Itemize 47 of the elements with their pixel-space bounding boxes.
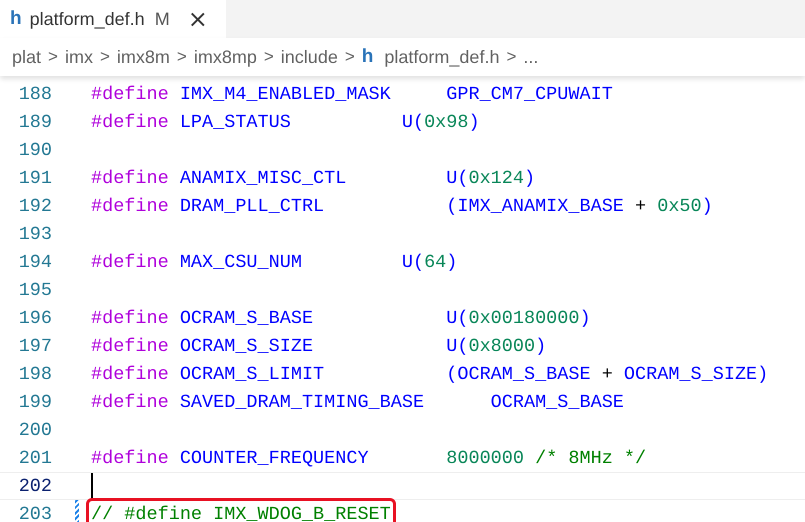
line-number: 201 [18, 448, 52, 468]
breadcrumb-item[interactable]: include [280, 46, 338, 68]
code-line: #define OCRAM_S_LIMIT (OCRAM_S_BASE + OCRAM_S_SIZE) [91, 364, 768, 384]
line-number: 197 [18, 336, 52, 356]
breadcrumb-separator: > [100, 47, 110, 67]
breadcrumb-item[interactable]: platform_def.h [384, 46, 500, 68]
code-line: // #define IMX_WDOG_B_RESET [89, 500, 393, 522]
breadcrumb-item[interactable]: imx8mp [194, 46, 257, 68]
editor-tab[interactable]: h platform_def.h M × [0, 0, 226, 38]
breadcrumb-separator: > [264, 47, 274, 67]
code-line: #define MAX_CSU_NUM U(64) [91, 252, 458, 272]
line-number: 192 [18, 196, 52, 216]
line-number: 190 [18, 140, 52, 160]
code-line: #define ANAMIX_MISC_CTL U(0x124) [91, 168, 536, 188]
close-button[interactable]: × [184, 7, 212, 31]
code-line: #define SAVED_DRAM_TIMING_BASE OCRAM_S_BASE [91, 392, 624, 412]
breadcrumb-item[interactable]: plat [12, 46, 42, 68]
line-number: 202 [18, 476, 52, 496]
line-number: 196 [18, 308, 52, 328]
breadcrumb-separator: > [344, 47, 355, 67]
code-line: #define COUNTER_FREQUENCY 8000000 /* 8MHz */ [91, 448, 646, 468]
code-line: #define LPA_STATUS U(0x98) [91, 112, 480, 132]
code-line: #define IMX_M4_ENABLED_MASK GPR_CM7_CPUWAIT [91, 84, 613, 104]
code-line: #define DRAM_PLL_CTRL (IMX_ANAMIX_BASE + 0x50) [91, 196, 713, 216]
breadcrumb-item[interactable]: imx8m [116, 46, 170, 68]
code-line: #define OCRAM_S_BASE U(0x00180000) [91, 308, 591, 328]
line-number: 203 [18, 504, 52, 522]
line-number: 195 [18, 280, 52, 300]
breadcrumb-separator: > [506, 47, 516, 67]
code-line: #define OCRAM_S_SIZE U(0x8000) [91, 336, 546, 356]
modified-status: M [154, 8, 170, 30]
line-number: 189 [18, 112, 52, 132]
line-number: 200 [18, 420, 52, 440]
breadcrumb-item[interactable]: ... [523, 46, 538, 68]
c-header-file-icon: h [362, 46, 374, 68]
line-number: 198 [18, 364, 52, 384]
breadcrumb-separator: > [48, 47, 58, 67]
c-header-file-icon: h [10, 8, 22, 30]
line-number: 194 [18, 252, 52, 272]
tab-label: platform_def.h [30, 8, 145, 30]
line-number: 199 [18, 392, 52, 412]
line-number: 193 [18, 224, 52, 244]
text-cursor [91, 473, 93, 499]
line-number: 188 [18, 84, 52, 104]
breadcrumb-separator: > [176, 47, 187, 67]
breadcrumb-item[interactable]: imx [64, 46, 93, 68]
line-number: 191 [18, 168, 52, 188]
